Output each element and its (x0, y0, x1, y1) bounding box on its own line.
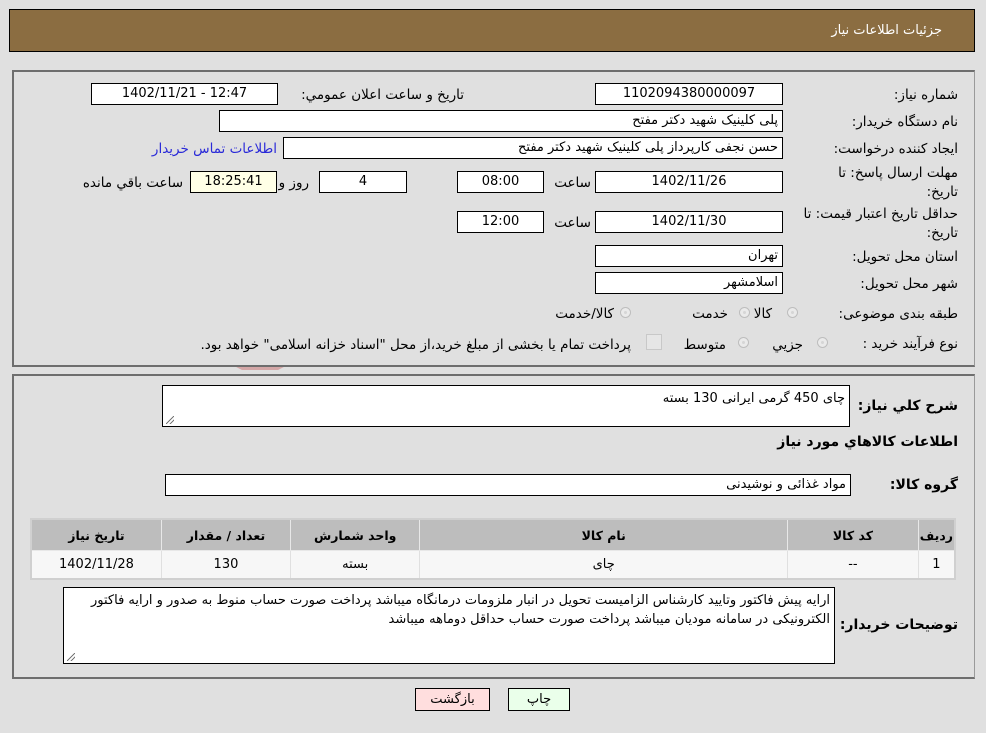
validity-label-line1: حداقل تاریخ اعتبار قیمت: تا (803, 206, 958, 222)
goods-group-field[interactable]: مواد غذائی و نوشیدنی (165, 474, 851, 496)
table-header-row: ردیف کد کالا نام کالا واحد شمارش تعداد /… (30, 518, 956, 551)
validity-label-line2: تاریخ: (926, 225, 958, 241)
city-field[interactable]: اسلامشهر (595, 272, 783, 294)
col-item-code: کد کالا (787, 518, 919, 551)
cell-unit: بسته (289, 550, 421, 580)
days-remaining-field: 4 (319, 171, 407, 193)
buyer-contact-link[interactable]: اطلاعات تماس خریدار (152, 141, 277, 157)
goods-group-label: گروه کالا: (889, 477, 958, 493)
col-need-date: تاریخ نیاز (30, 518, 162, 551)
buyer-notes-label: توضیحات خریدار: (839, 617, 958, 633)
category-option-goods-service: کالا/خدمت (555, 306, 614, 322)
cell-row-number: 1 (917, 550, 956, 580)
deadline-time-label: ساعت (554, 175, 591, 191)
process-label: نوع فرآیند خرید : (862, 336, 958, 352)
announce-field[interactable]: 1402/11/21 - 12:47 (91, 83, 278, 105)
page-title: جزئیات اطلاعات نیاز (831, 23, 942, 38)
city-label: شهر محل تحویل: (860, 276, 958, 292)
process-radio-medium[interactable] (738, 337, 749, 348)
deadline-time-field[interactable]: 08:00 (457, 171, 544, 193)
validity-time-field[interactable]: 12:00 (457, 211, 544, 233)
buyer-notes-textarea[interactable]: ارایه پیش فاکتور وتایید کارشناس الزامیست… (63, 587, 835, 664)
days-label: روز و (278, 175, 309, 191)
category-option-service: خدمت (692, 306, 728, 322)
buyer-notes-text: ارایه پیش فاکتور وتایید کارشناس الزامیست… (91, 593, 830, 627)
category-radio-service[interactable] (739, 307, 750, 318)
resize-grip-icon[interactable] (166, 416, 174, 424)
process-radio-minor[interactable] (817, 337, 828, 348)
col-quantity: تعداد / مقدار (160, 518, 292, 551)
goods-section-title: اطلاعات کالاهاي مورد نیاز (777, 434, 958, 450)
category-radio-goods-service[interactable] (620, 307, 631, 318)
process-option-medium: متوسط (683, 337, 726, 353)
need-number-label: شماره نیاز: (893, 87, 958, 103)
table-row: 1 -- چای بسته 130 1402/11/28 (30, 550, 956, 580)
col-row-number: ردیف (917, 518, 956, 551)
creator-field[interactable]: حسن نجفی کارپرداز پلی کلینیک شهید دکتر م… (283, 137, 783, 159)
col-item-name: نام کالا (419, 518, 789, 551)
validity-date-field[interactable]: 1402/11/30 (595, 211, 783, 233)
treasury-checkbox[interactable] (646, 334, 662, 350)
category-label: طبقه بندی موضوعی: (838, 306, 958, 322)
col-unit: واحد شمارش (289, 518, 421, 551)
process-note: پرداخت تمام یا بخشی از مبلغ خرید،از محل … (200, 337, 631, 353)
province-field[interactable]: تهران (595, 245, 783, 267)
category-option-goods: کالا (753, 306, 772, 322)
buyer-org-label: نام دستگاه خریدار: (851, 114, 958, 130)
creator-label: ایجاد کننده درخواست: (833, 141, 958, 157)
announce-label: تاریخ و ساعت اعلان عمومي: (301, 87, 464, 103)
need-number-field[interactable]: 1102094380000097 (595, 83, 783, 105)
summary-textarea[interactable]: چای 450 گرمی ایرانی 130 بسته (162, 385, 850, 427)
deadline-label-line2: تاریخ: (926, 184, 958, 200)
announce-value: 1402/11/21 - 12:47 (121, 86, 248, 101)
buyer-org-field[interactable]: پلی کلینیک شهید دکتر مفتح (219, 110, 783, 132)
summary-label: شرح کلي نیاز: (857, 398, 958, 414)
cell-quantity: 130 (160, 550, 292, 580)
page-header: جزئیات اطلاعات نیاز (9, 9, 975, 52)
deadline-label-line1: مهلت ارسال پاسخ: تا (838, 165, 958, 181)
remaining-time-label: ساعت باقي مانده (82, 175, 183, 191)
resize-grip-icon[interactable] (67, 653, 75, 661)
deadline-date-field[interactable]: 1402/11/26 (595, 171, 783, 193)
goods-table: ردیف کد کالا نام کالا واحد شمارش تعداد /… (30, 518, 956, 580)
cell-item-name: چای (419, 550, 789, 580)
cell-need-date: 1402/11/28 (30, 550, 162, 580)
print-button[interactable]: چاپ (508, 688, 570, 711)
remaining-time-field: 18:25:41 (190, 171, 277, 193)
category-radio-goods[interactable] (787, 307, 798, 318)
summary-text: چای 450 گرمی ایرانی 130 بسته (662, 391, 845, 406)
process-option-minor: جزیي (772, 337, 803, 353)
province-label: استان محل تحویل: (852, 249, 958, 265)
back-button[interactable]: بازگشت (415, 688, 490, 711)
validity-time-label: ساعت (554, 215, 591, 231)
cell-item-code: -- (787, 550, 919, 580)
